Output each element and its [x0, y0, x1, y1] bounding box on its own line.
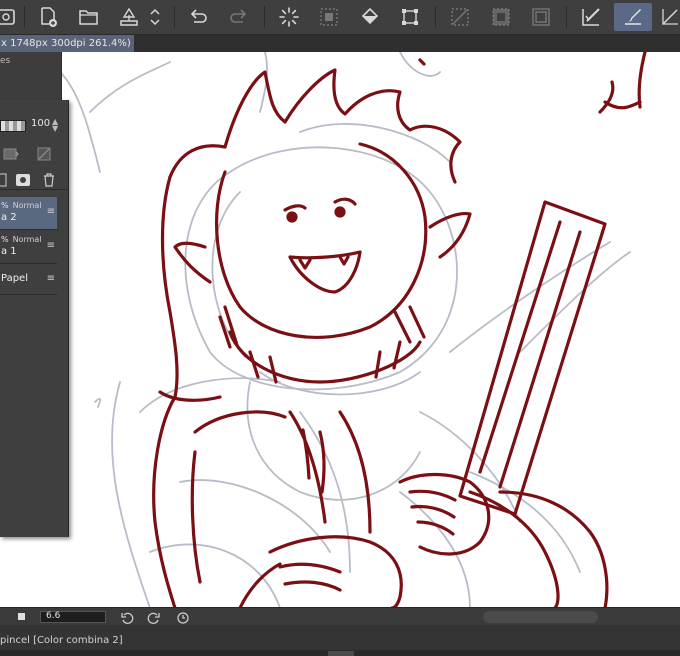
- layer-properties-icon[interactable]: [0, 3, 22, 31]
- trash-icon[interactable]: [40, 172, 58, 188]
- paint-bucket-icon[interactable]: [355, 3, 385, 31]
- opacity-control: 100 ▲ ▼: [0, 117, 69, 137]
- layer-name: Papel: [1, 273, 28, 284]
- toolbar-separator: [24, 6, 25, 28]
- chevron-updown-icon[interactable]: [146, 3, 164, 31]
- drawing-canvas[interactable]: [0, 52, 680, 608]
- top-toolbar: [0, 0, 680, 35]
- horizontal-scrollbar[interactable]: [483, 611, 598, 623]
- brush-icon[interactable]: [614, 3, 652, 31]
- clip-studio-window: x 1748px 300dpi 261.4%) es 100 ▲ ▼ % Nor…: [0, 0, 680, 656]
- opacity-slider[interactable]: [0, 120, 26, 132]
- divider: [0, 625, 680, 633]
- more-tools-icon[interactable]: [660, 3, 680, 31]
- deselect-icon[interactable]: [445, 3, 475, 31]
- layer-blend-mode: % Normal: [1, 201, 42, 210]
- check-brush-icon[interactable]: [576, 3, 606, 31]
- layer-tools-row-1: [0, 144, 69, 164]
- opacity-value[interactable]: 100: [31, 118, 50, 129]
- clear-selection-icon[interactable]: [314, 3, 344, 31]
- invert-selection-icon[interactable]: [486, 3, 516, 31]
- layer-drag-handle-icon[interactable]: ≡: [47, 241, 55, 251]
- spinner-icon[interactable]: [274, 3, 304, 31]
- sketch-artwork: [59, 52, 647, 608]
- layer-tools-row-2: [0, 170, 69, 190]
- rotate-right-icon[interactable]: [147, 610, 161, 624]
- tool-info-bar: pincel [Color combina 2]: [0, 633, 680, 650]
- opacity-spinner-icon[interactable]: ▲ ▼: [52, 118, 58, 133]
- layer-panel: 100 ▲ ▼ % Normal a 2 ≡ % Normal a 1 ≡ Pa…: [0, 100, 69, 537]
- panel-tab-label[interactable]: es: [0, 56, 10, 66]
- layer-item-1[interactable]: % Normal a 1 ≡: [0, 231, 57, 264]
- export-tray-icon[interactable]: [114, 3, 144, 31]
- bottom-tab[interactable]: [328, 651, 354, 656]
- toolbar-separator: [566, 6, 567, 28]
- document-tab[interactable]: x 1748px 300dpi 261.4%): [0, 35, 134, 52]
- layer-blend-mode: % Normal: [1, 235, 42, 244]
- toolbar-separator: [264, 6, 265, 28]
- new-layer-icon[interactable]: [0, 172, 10, 188]
- reference-layer-icon[interactable]: [2, 146, 20, 162]
- current-tool-label: pincel [Color combina 2]: [0, 635, 123, 646]
- clip-layer-icon[interactable]: [36, 146, 54, 162]
- status-bar: 6.6: [0, 607, 680, 625]
- redo-icon[interactable]: [224, 3, 254, 31]
- toolbar-separator: [435, 6, 436, 28]
- brush-size-value: 6.6: [46, 611, 61, 621]
- layer-drag-handle-icon[interactable]: ≡: [47, 207, 55, 217]
- new-document-icon[interactable]: [33, 3, 63, 31]
- panel-header: es: [0, 52, 62, 100]
- layer-item-2[interactable]: % Normal a 2 ≡: [0, 197, 57, 230]
- folder-icon[interactable]: [74, 3, 104, 31]
- layer-item-paper[interactable]: Papel ≡: [0, 265, 57, 295]
- reset-rotation-icon[interactable]: [176, 610, 190, 624]
- brush-size-field[interactable]: 6.6: [40, 611, 106, 623]
- layer-name: a 1: [1, 246, 17, 257]
- selection-border-icon[interactable]: [526, 3, 556, 31]
- layer-name: a 2: [1, 212, 17, 223]
- layer-drag-handle-icon[interactable]: ≡: [47, 274, 55, 284]
- undo-icon[interactable]: [183, 3, 213, 31]
- toolbar-separator: [174, 6, 175, 28]
- rotate-left-icon[interactable]: [120, 610, 134, 624]
- layer-mask-icon[interactable]: [14, 172, 32, 188]
- document-tab-bar: x 1748px 300dpi 261.4%): [0, 35, 680, 52]
- transform-icon[interactable]: [395, 3, 425, 31]
- stop-icon[interactable]: [18, 613, 25, 620]
